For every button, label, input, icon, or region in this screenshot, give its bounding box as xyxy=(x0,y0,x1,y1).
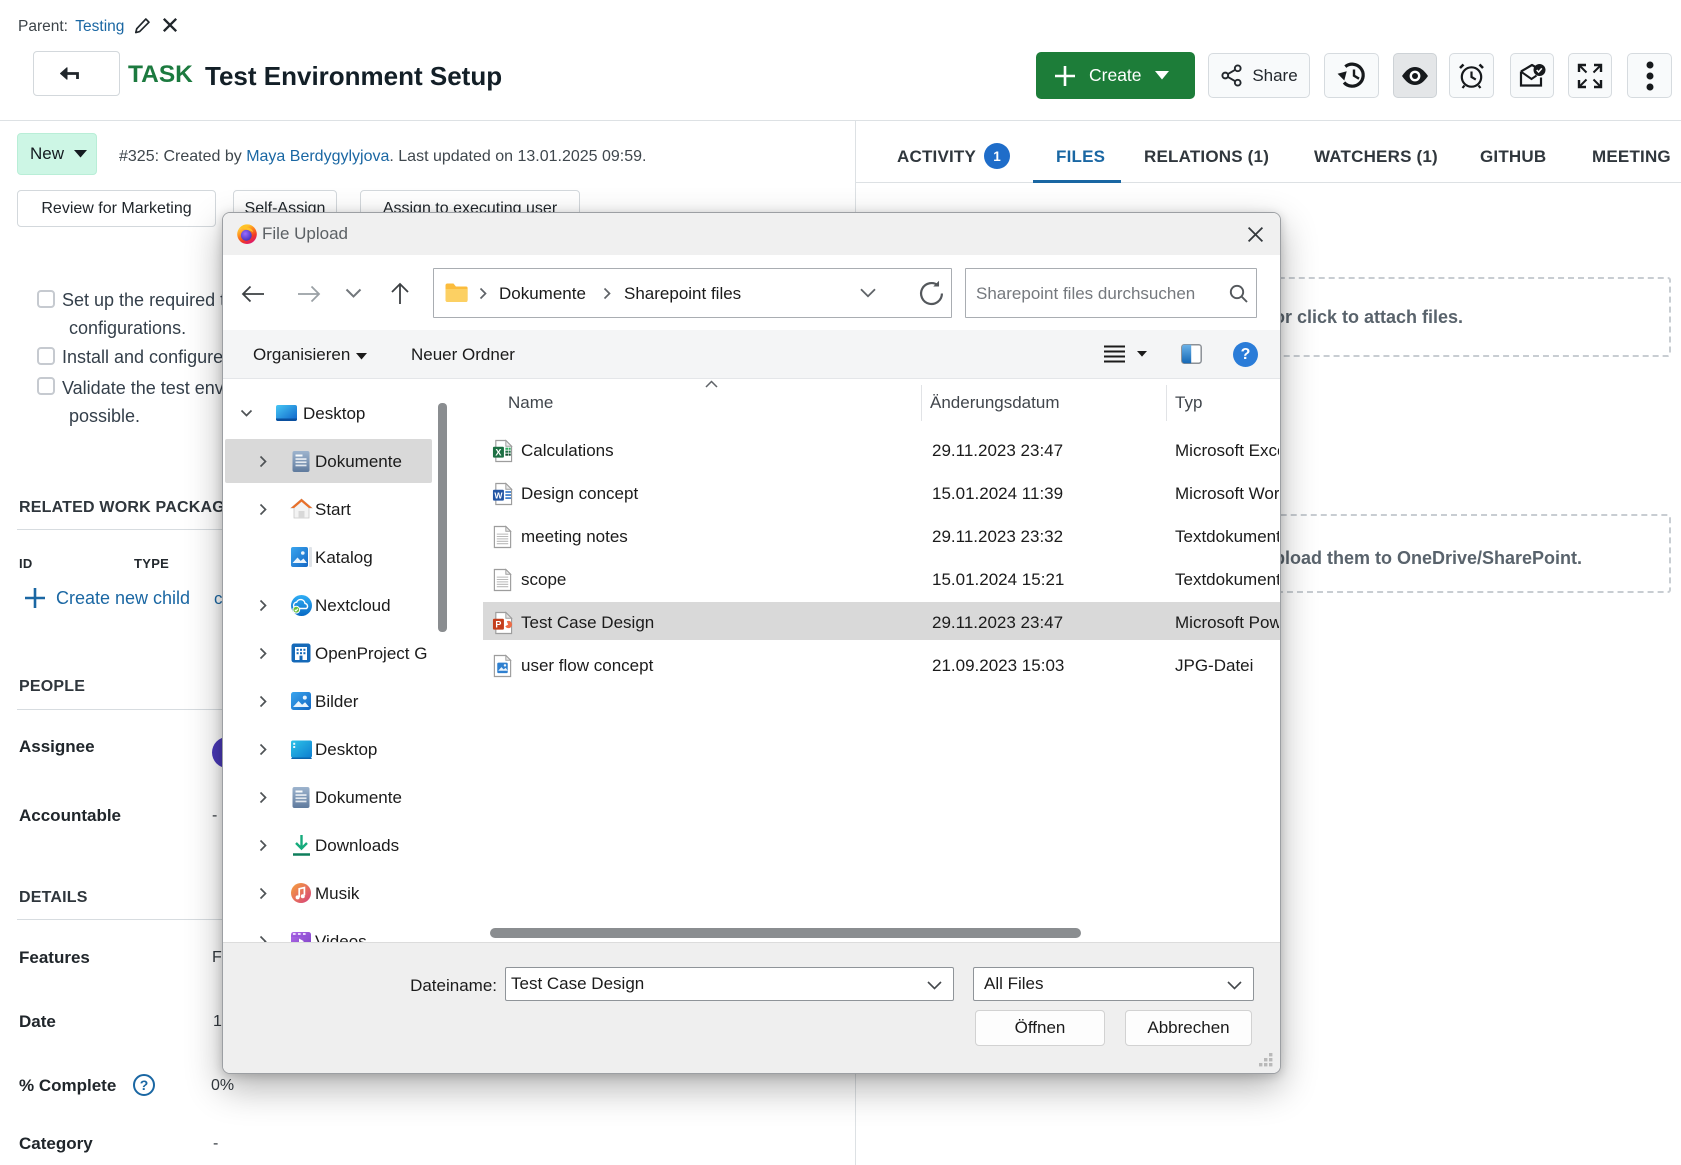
svg-text:X: X xyxy=(495,447,501,457)
svg-text:W: W xyxy=(494,490,503,500)
svg-text:P: P xyxy=(495,619,501,629)
